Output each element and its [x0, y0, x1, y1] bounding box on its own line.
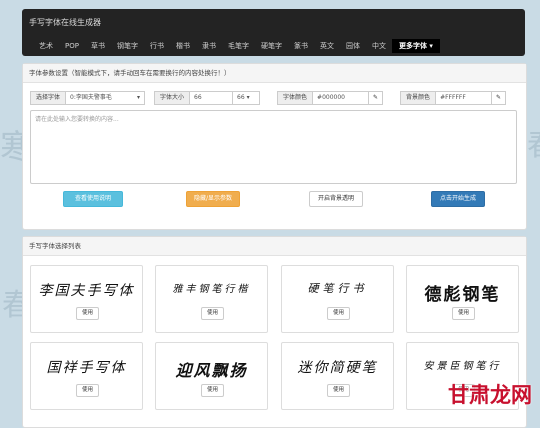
font-card[interactable]: 硬笔行书 使用	[281, 265, 394, 333]
use-button[interactable]: 使用	[327, 384, 350, 397]
font-color-label: 字体颜色	[277, 91, 314, 105]
font-sample: 迷你简硬笔	[297, 360, 378, 376]
use-button[interactable]: 使用	[327, 307, 350, 320]
font-card[interactable]: 国祥手写体 使用	[30, 342, 143, 410]
font-select-value: 0:李国夫警事毛	[70, 94, 112, 101]
use-button[interactable]: 使用	[452, 307, 475, 320]
content-textarea[interactable]: 请在此处输入您要转换的内容...	[30, 110, 517, 184]
font-card[interactable]: 迷你简硬笔 使用	[281, 342, 394, 410]
nav-item-english[interactable]: 英文	[314, 39, 340, 53]
bg-color-input[interactable]: #FFFFFF	[436, 91, 493, 105]
top-navbar: 手写字体在线生成器 艺术 POP 草书 钢笔字 行书 楷书 隶书 毛笔字 硬笔字…	[22, 9, 525, 56]
use-button[interactable]: 使用	[201, 384, 224, 397]
font-sample: 硬笔行书	[307, 282, 368, 295]
font-color-input[interactable]: #000000	[313, 91, 370, 105]
nav-item-brush[interactable]: 毛笔字	[222, 39, 255, 53]
generate-button[interactable]: 点击开始生成	[431, 191, 485, 207]
font-list-title: 手写字体选择列表	[23, 237, 526, 256]
size-group: 字体大小 66 66 ▾	[154, 91, 261, 105]
transparent-bg-button[interactable]: 开启背景透明	[309, 191, 363, 207]
font-card[interactable]: 李国夫手写体 使用	[30, 265, 143, 333]
action-buttons: 查看使用说明 隐藏/显示参数 开启背景透明 点击开始生成	[23, 191, 526, 207]
size-dropdown[interactable]: 66 ▾	[233, 91, 261, 105]
brand-title[interactable]: 手写字体在线生成器	[29, 17, 101, 28]
settings-panel: 字体参数设置（智能模式下，请手动回车在需要换行的内容处换行！） 选择字体 0:李…	[22, 63, 527, 230]
font-select[interactable]: 0:李国夫警事毛 ▾	[66, 91, 146, 105]
font-sample: 雅丰钢笔行楷	[172, 284, 251, 295]
font-color-picker-icon[interactable]: ✎	[369, 91, 384, 105]
font-card[interactable]: 迎风飘扬 使用	[155, 342, 268, 410]
bg-color-picker-icon[interactable]: ✎	[492, 91, 507, 105]
more-fonts-dropdown[interactable]: 更多字体 ▾	[391, 39, 440, 53]
chevron-down-icon: ▾	[246, 94, 250, 101]
nav-item-lishu[interactable]: 隶书	[196, 39, 222, 53]
font-sample: 国祥手写体	[46, 360, 127, 376]
toggle-params-button[interactable]: 隐藏/显示参数	[186, 191, 240, 207]
font-card[interactable]: 雅丰钢笔行楷 使用	[155, 265, 268, 333]
nav-item-pop[interactable]: POP	[59, 39, 85, 53]
font-select-group: 选择字体 0:李国夫警事毛 ▾	[30, 91, 146, 105]
background-calligraphy-right: 春	[527, 120, 540, 164]
font-card[interactable]: 德彪钢笔 使用	[406, 265, 519, 333]
nav-item-caoshu[interactable]: 草书	[85, 39, 111, 53]
chevron-down-icon: ▾	[137, 94, 141, 101]
use-button[interactable]: 使用	[76, 307, 99, 320]
bg-color-label: 背景颜色	[400, 91, 437, 105]
font-sample: 安景臣钢笔行	[423, 361, 502, 372]
nav-item-round[interactable]: 园体	[340, 39, 366, 53]
settings-panel-title: 字体参数设置（智能模式下，请手动回车在需要换行的内容处换行！）	[23, 64, 526, 83]
use-button[interactable]: 使用	[201, 307, 224, 320]
use-button[interactable]: 使用	[76, 384, 99, 397]
nav-item-art[interactable]: 艺术	[33, 39, 59, 53]
nav-item-pen[interactable]: 钢笔字	[111, 39, 144, 53]
font-sample: 李国夫手写体	[38, 283, 135, 299]
help-button[interactable]: 查看使用说明	[63, 191, 123, 207]
bg-color-group: 背景颜色 #FFFFFF ✎	[400, 91, 507, 105]
font-category-nav: 艺术 POP 草书 钢笔字 行书 楷书 隶书 毛笔字 硬笔字 篆书 英文 园体 …	[33, 39, 440, 53]
settings-row: 选择字体 0:李国夫警事毛 ▾ 字体大小 66 66 ▾ 字体颜色 #00000…	[30, 91, 511, 105]
font-sample: 德彪钢笔	[424, 285, 501, 305]
font-select-label: 选择字体	[30, 91, 67, 105]
size-input[interactable]: 66	[190, 91, 234, 105]
size-label: 字体大小	[154, 91, 191, 105]
font-color-group: 字体颜色 #000000 ✎	[277, 91, 384, 105]
nav-item-chinese[interactable]: 中文	[366, 39, 392, 53]
nav-item-zhuanshu[interactable]: 篆书	[288, 39, 314, 53]
size-dropdown-value: 66	[237, 94, 245, 101]
font-sample: 迎风飘扬	[175, 361, 248, 380]
nav-item-kaishu[interactable]: 楷书	[170, 39, 196, 53]
site-watermark: 甘肃龙网	[448, 383, 532, 407]
nav-item-hardpen[interactable]: 硬笔字	[255, 39, 288, 53]
nav-item-xingshu[interactable]: 行书	[144, 39, 170, 53]
